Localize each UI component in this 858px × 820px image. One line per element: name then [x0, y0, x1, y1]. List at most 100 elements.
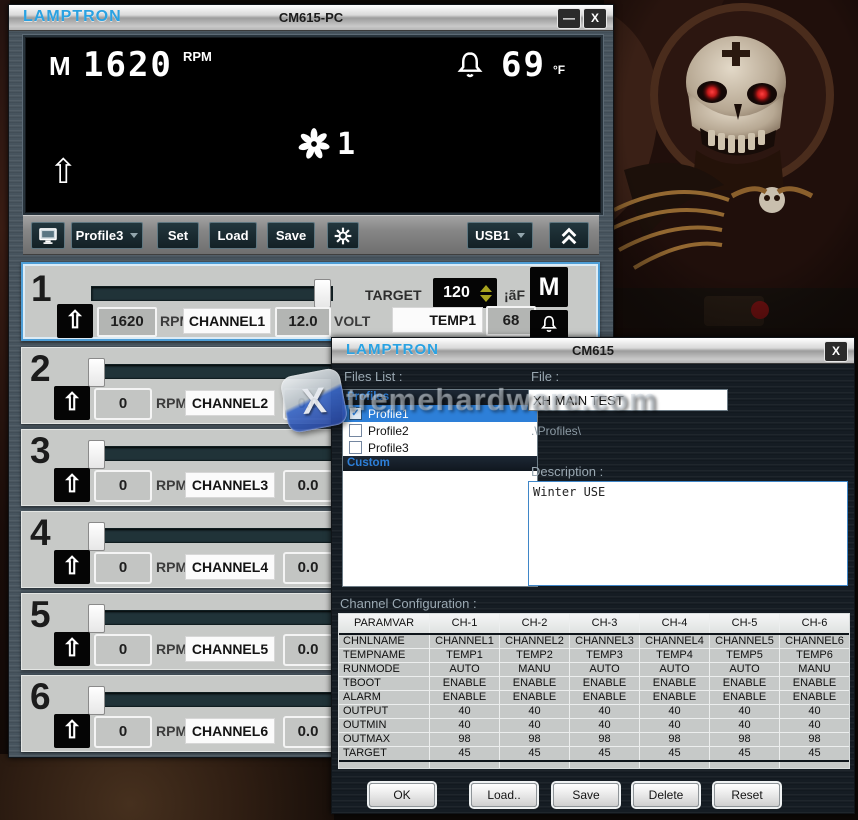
config-cell[interactable]: 45	[780, 747, 849, 760]
config-cell[interactable]: ENABLE	[640, 691, 709, 704]
dialog-ok-button[interactable]: OK	[369, 783, 435, 807]
config-cell[interactable]: MANU	[500, 663, 569, 676]
config-cell[interactable]: ENABLE	[640, 677, 709, 690]
channel-1-mode-badge[interactable]: M	[530, 267, 568, 307]
lcd-rpm-value: 1620	[83, 45, 173, 85]
config-cell[interactable]: CHANNEL4	[640, 635, 709, 648]
spinner-arrows-icon[interactable]	[480, 285, 492, 302]
channel-6-arrow-button[interactable]: ⇧	[54, 714, 90, 748]
config-cell[interactable]: 40	[500, 719, 569, 732]
description-textarea[interactable]: Winter USE	[528, 481, 848, 586]
config-cell[interactable]: CHANNEL2	[500, 635, 569, 648]
config-cell[interactable]: TEMP4	[640, 649, 709, 662]
channel-1-alarm-button[interactable]	[530, 310, 568, 340]
settings-button[interactable]	[327, 222, 359, 249]
channel-slider-thumb[interactable]	[88, 440, 105, 469]
collapse-button[interactable]	[549, 222, 589, 249]
close-button[interactable]: X	[583, 8, 607, 29]
monitor-button[interactable]	[31, 222, 65, 249]
dialog-save-button[interactable]: Save	[553, 783, 619, 807]
config-cell[interactable]: 45	[570, 747, 639, 760]
config-cell[interactable]: ENABLE	[710, 691, 779, 704]
channel-5-arrow-button[interactable]: ⇧	[54, 632, 90, 666]
channel-4-arrow-button[interactable]: ⇧	[54, 550, 90, 584]
config-cell[interactable]: ENABLE	[570, 691, 639, 704]
file-name-input[interactable]	[528, 389, 728, 411]
config-cell[interactable]: 98	[640, 733, 709, 746]
minimize-button[interactable]: —	[557, 8, 581, 29]
config-cell[interactable]: MANU	[780, 663, 849, 676]
channel-1-slider-thumb[interactable]	[314, 279, 331, 308]
channel-2-arrow-button[interactable]: ⇧	[54, 386, 90, 420]
usb-select[interactable]: USB1	[467, 222, 533, 249]
config-cell[interactable]: 45	[710, 747, 779, 760]
config-cell[interactable]: ENABLE	[780, 677, 849, 690]
load-button[interactable]: Load	[209, 222, 257, 249]
config-cell[interactable]: TEMP6	[780, 649, 849, 662]
config-cell[interactable]: TEMP1	[430, 649, 499, 662]
save-button[interactable]: Save	[267, 222, 315, 249]
config-cell[interactable]: CHANNEL6	[780, 635, 849, 648]
config-cell[interactable]: AUTO	[430, 663, 499, 676]
config-cell[interactable]: 45	[430, 747, 499, 760]
config-cell[interactable]: TEMP2	[500, 649, 569, 662]
config-cell[interactable]: 98	[430, 733, 499, 746]
checkbox-unchecked-icon[interactable]	[349, 424, 362, 437]
checkbox-unchecked-icon[interactable]	[349, 441, 362, 454]
config-cell[interactable]: 40	[780, 705, 849, 718]
config-cell[interactable]: 40	[430, 705, 499, 718]
profile-select[interactable]: Profile3	[71, 222, 143, 249]
config-cell[interactable]: CHANNEL1	[430, 635, 499, 648]
config-cell[interactable]: CHANNEL3	[570, 635, 639, 648]
target-spinner[interactable]: 120	[433, 278, 497, 308]
config-cell[interactable]: 40	[780, 719, 849, 732]
config-cell[interactable]: 40	[640, 719, 709, 732]
set-button[interactable]: Set	[157, 222, 199, 249]
config-cell[interactable]: 45	[500, 747, 569, 760]
config-cell[interactable]: ENABLE	[500, 677, 569, 690]
target-label: TARGET	[365, 287, 422, 303]
config-cell[interactable]: 98	[570, 733, 639, 746]
config-cell[interactable]: CHANNEL5	[710, 635, 779, 648]
file-item-profile3[interactable]: Profile3	[343, 439, 537, 456]
config-cell[interactable]: TEMP5	[710, 649, 779, 662]
lcd-up-arrow-icon: ⇧	[49, 155, 78, 189]
config-cell[interactable]: ENABLE	[710, 677, 779, 690]
config-cell[interactable]: 40	[640, 705, 709, 718]
config-cell[interactable]: 40	[570, 719, 639, 732]
channel-slider-thumb[interactable]	[88, 358, 105, 387]
config-cell[interactable]: 40	[500, 705, 569, 718]
channel-1-arrow-button[interactable]: ⇧	[57, 304, 93, 338]
checkbox-checked-icon[interactable]: ✓	[349, 407, 362, 420]
channel-slider-thumb[interactable]	[88, 604, 105, 633]
config-cell[interactable]: 98	[710, 733, 779, 746]
config-cell[interactable]: AUTO	[640, 663, 709, 676]
config-cell[interactable]: 40	[430, 719, 499, 732]
channel-3-arrow-button[interactable]: ⇧	[54, 468, 90, 502]
config-cell[interactable]: ENABLE	[780, 691, 849, 704]
config-cell[interactable]: 40	[710, 705, 779, 718]
channel-slider-thumb[interactable]	[88, 522, 105, 551]
config-cell[interactable]: 98	[500, 733, 569, 746]
channel-1-slider-track[interactable]	[91, 286, 333, 301]
file-item-profile2[interactable]: Profile2	[343, 422, 537, 439]
dialog-load-button[interactable]: Load..	[471, 783, 537, 807]
config-cell[interactable]: 45	[640, 747, 709, 760]
config-cell[interactable]: ENABLE	[570, 677, 639, 690]
files-list[interactable]: Profiles✓Profile1Profile2Profile3Custom	[342, 389, 538, 587]
config-cell[interactable]: ENABLE	[430, 691, 499, 704]
config-cell[interactable]: 40	[570, 705, 639, 718]
config-cell[interactable]: ENABLE	[500, 691, 569, 704]
config-cell[interactable]: 98	[780, 733, 849, 746]
config-cell[interactable]: AUTO	[570, 663, 639, 676]
config-cell[interactable]: TEMP3	[570, 649, 639, 662]
channel-slider-thumb[interactable]	[88, 686, 105, 715]
dialog-close-button[interactable]: X	[824, 341, 848, 362]
dialog-delete-button[interactable]: Delete	[633, 783, 699, 807]
config-cell[interactable]: AUTO	[710, 663, 779, 676]
file-item-profile1[interactable]: ✓Profile1	[343, 405, 537, 422]
dialog-reset-button[interactable]: Reset	[714, 783, 780, 807]
config-cell[interactable]: 40	[710, 719, 779, 732]
channel-1-number: 1	[31, 270, 52, 307]
config-cell[interactable]: ENABLE	[430, 677, 499, 690]
